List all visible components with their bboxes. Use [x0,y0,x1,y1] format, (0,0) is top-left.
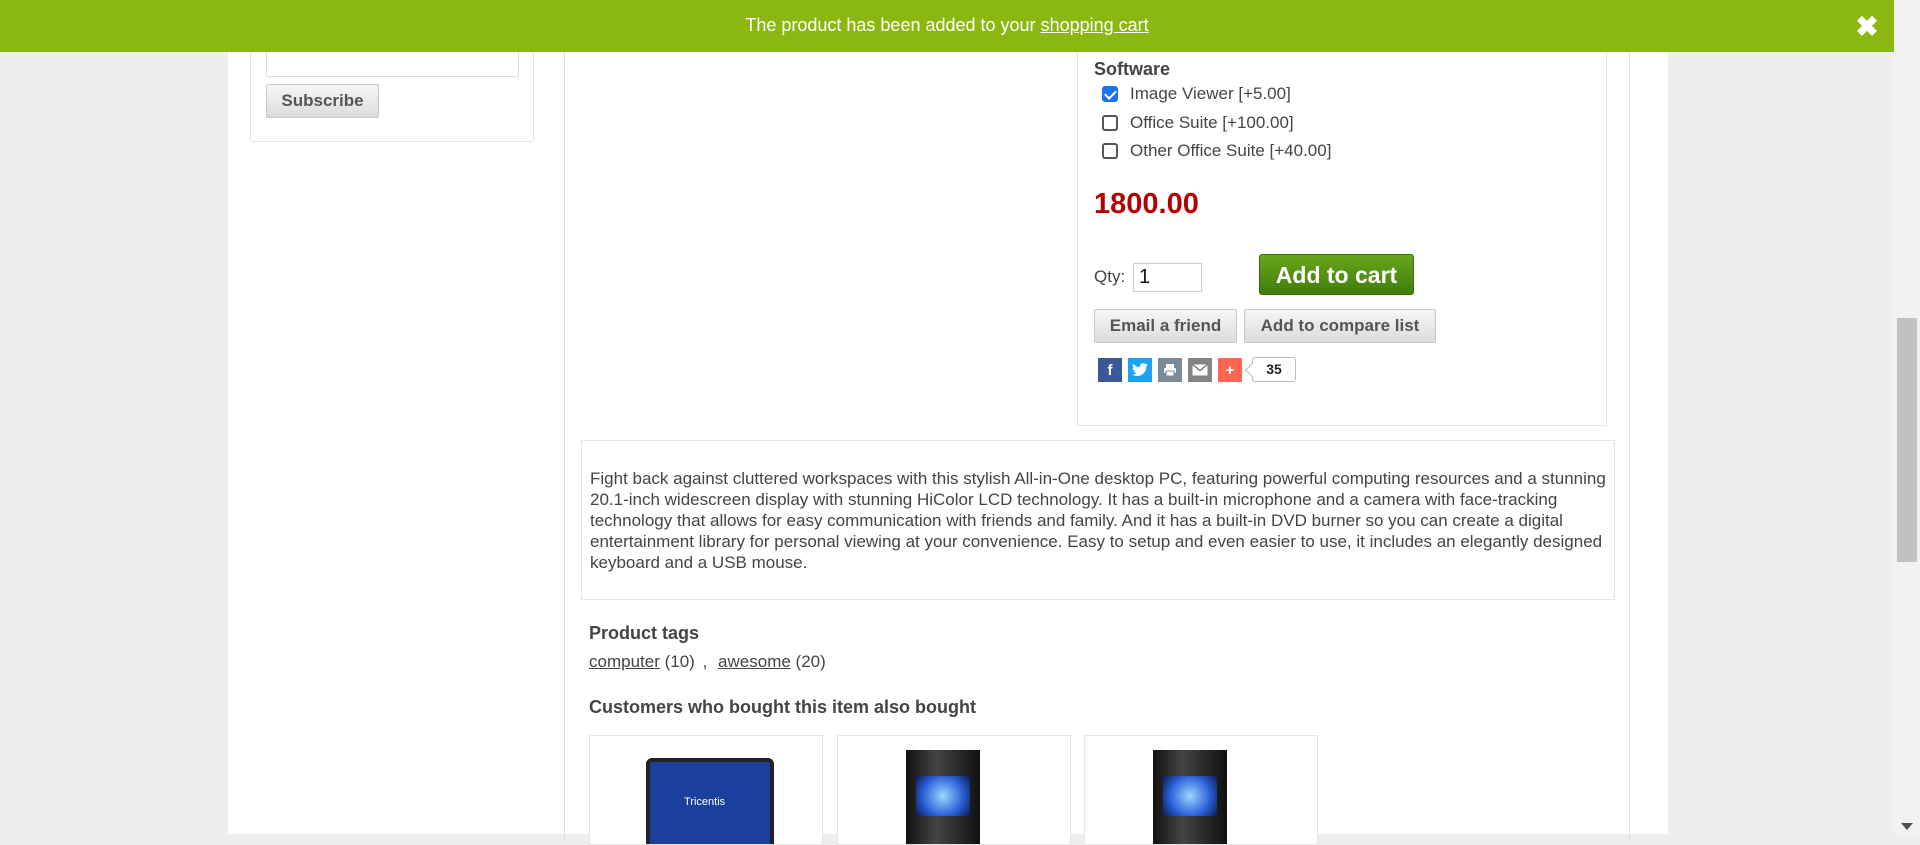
option-other-office-suite[interactable]: Other Office Suite [+40.00] [1102,140,1331,162]
tablet-image: Tricentis [646,758,774,844]
product-price: 1800.00 [1094,188,1199,220]
also-bought-item-desktop-2[interactable] [1084,735,1318,845]
also-bought-item-desktop-1[interactable] [837,735,1071,845]
tag-awesome-link[interactable]: awesome [718,652,791,671]
product-tags-title: Product tags [589,623,700,643]
also-bought-title: Customers who bought this item also boug… [589,697,976,717]
qty-label: Qty: [1094,267,1126,286]
option-label: Image Viewer [+5.00] [1130,84,1291,103]
facebook-share-icon[interactable]: f [1098,358,1122,382]
option-office-suite[interactable]: Office Suite [+100.00] [1102,112,1294,134]
add-to-compare-button[interactable]: Add to compare list [1244,309,1436,343]
subscribe-button[interactable]: Subscribe [266,84,379,118]
scroll-down-arrow-icon[interactable] [1901,823,1913,830]
option-label: Other Office Suite [+40.00] [1130,141,1332,160]
add-to-cart-button[interactable]: Add to cart [1259,254,1414,295]
product-tags-list: computer (10) , awesome (20) [589,652,826,672]
email-share-icon[interactable] [1188,358,1212,382]
email-friend-button[interactable]: Email a friend [1094,309,1237,343]
scrollbar-thumb[interactable] [1897,318,1917,562]
also-bought-item-tablet[interactable]: Tricentis [589,735,823,845]
shopping-cart-link[interactable]: shopping cart [1041,15,1149,35]
option-label: Office Suite [+100.00] [1130,113,1294,132]
share-count: 35 [1252,357,1296,382]
desktop-tower-image [906,750,980,844]
page-scrollbar[interactable] [1894,0,1920,834]
addthis-plus-icon[interactable]: + [1218,358,1242,382]
notification-text: The product has been added to your [745,15,1041,35]
notification-bar: The product has been added to your shopp… [0,0,1894,52]
twitter-share-icon[interactable] [1128,358,1152,382]
tag-separator: , [702,652,708,671]
tag-count: (10) [664,652,695,671]
option-image-viewer[interactable]: Image Viewer [+5.00] [1102,83,1291,105]
option-checkbox[interactable] [1102,86,1118,102]
tag-count: (20) [795,652,826,671]
print-icon[interactable] [1158,358,1182,382]
desktop-tower-image [1153,750,1227,844]
software-label: Software [1094,59,1171,79]
option-checkbox[interactable] [1102,143,1118,159]
tablet-brand-text: Tricentis [684,796,726,808]
qty-input[interactable] [1133,263,1202,292]
close-icon[interactable]: ✖ [1854,0,1880,52]
tag-computer-link[interactable]: computer [589,652,660,671]
option-checkbox[interactable] [1102,115,1118,131]
description-text: Fight back against cluttered workspaces … [590,469,1606,572]
product-description: Fight back against cluttered workspaces … [581,440,1615,600]
